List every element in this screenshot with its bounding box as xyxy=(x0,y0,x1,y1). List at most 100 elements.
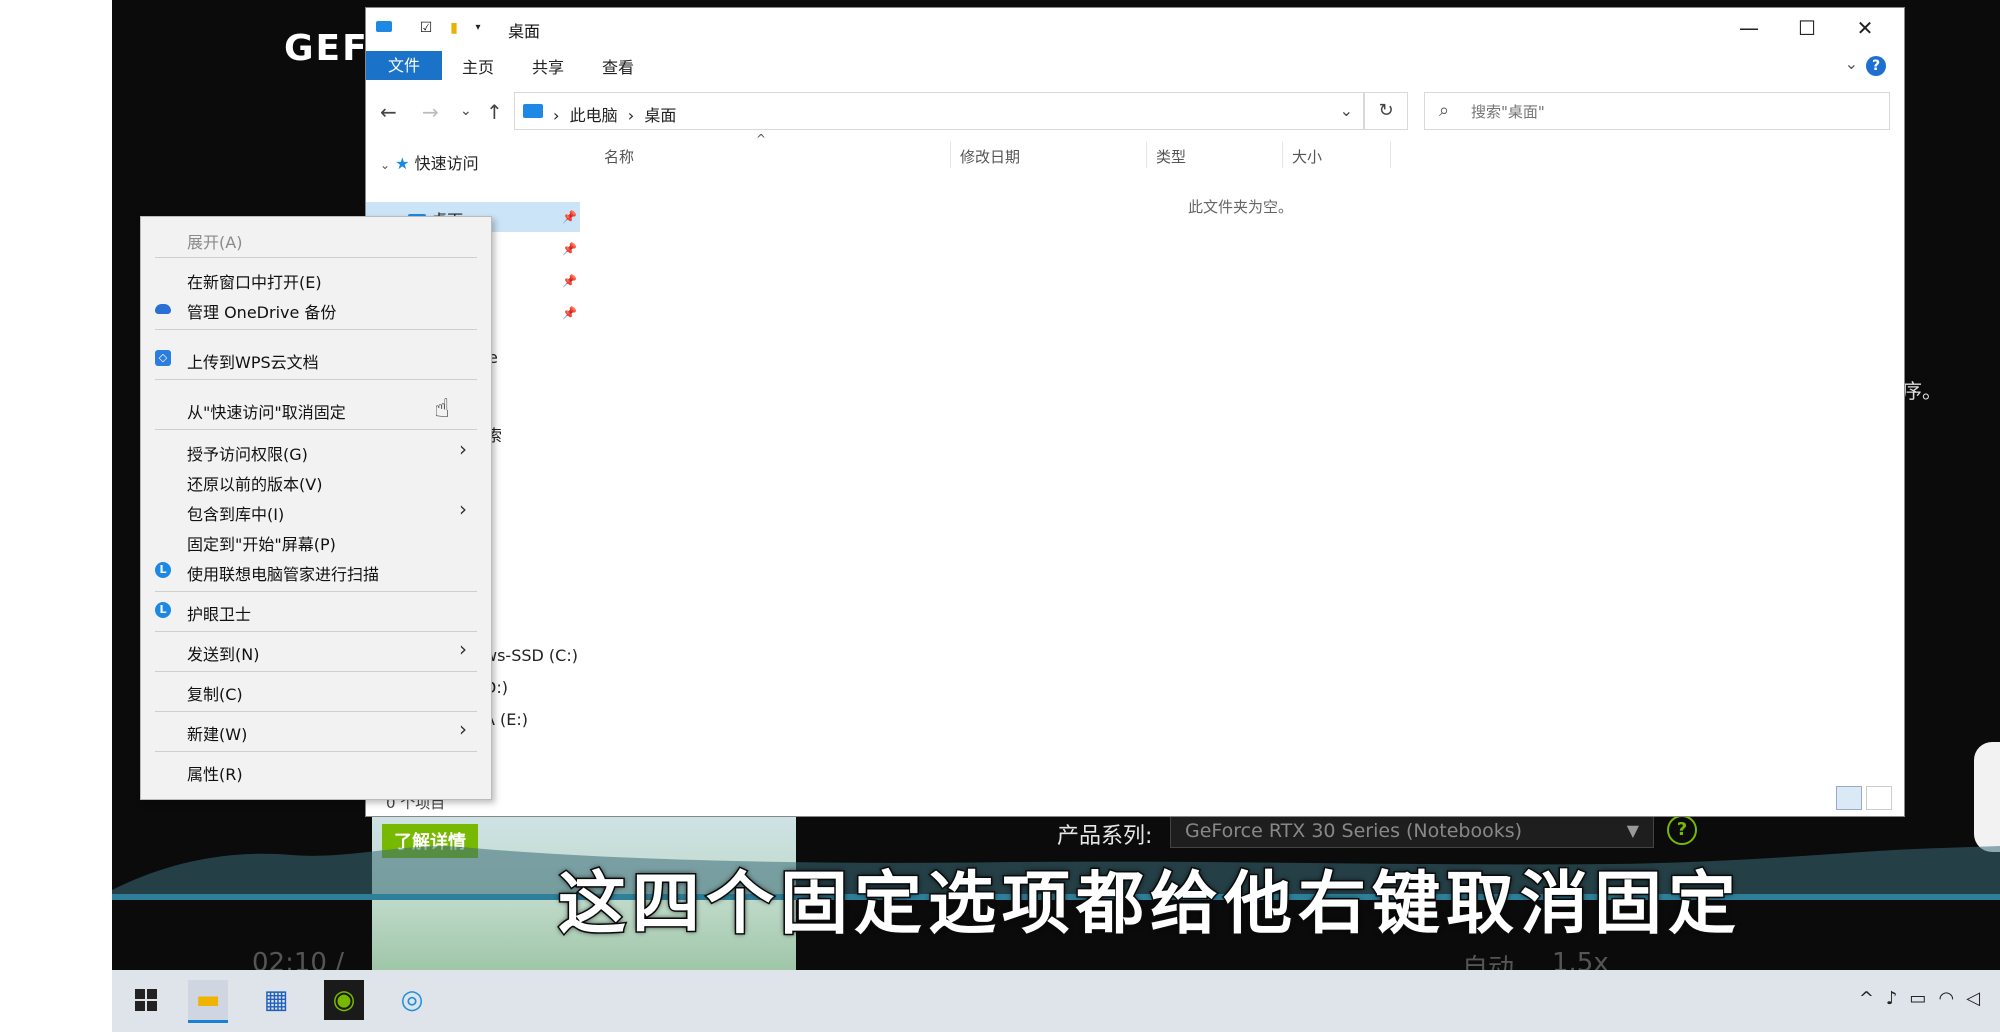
breadcrumb-desktop[interactable]: 桌面 xyxy=(644,106,676,125)
menu-item-upload-wps[interactable]: 上传到WPS云文档 xyxy=(187,349,319,373)
chevron-right-icon: › xyxy=(459,497,467,521)
column-divider[interactable] xyxy=(1390,142,1391,168)
menu-separator xyxy=(155,379,477,380)
menu-separator xyxy=(155,429,477,430)
nvidia-icon[interactable]: ◉ xyxy=(324,980,364,1020)
large-icons-view-icon[interactable] xyxy=(1866,786,1892,810)
new-folder-icon[interactable]: ▮ xyxy=(446,20,462,36)
menu-item-copy[interactable]: 复制(C) xyxy=(187,681,243,705)
menu-item-restore-versions[interactable]: 还原以前的版本(V) xyxy=(187,471,322,495)
column-divider[interactable] xyxy=(950,142,951,168)
wifi-icon[interactable]: ◠ xyxy=(1938,988,1966,1009)
menu-item-open-new-window[interactable]: 在新窗口中打开(E) xyxy=(187,269,322,293)
menu-separator xyxy=(155,257,477,258)
menu-item-pin-to-start[interactable]: 固定到"开始"屏幕(P) xyxy=(187,531,336,555)
nav-drive-c[interactable]: ws-SSD (C:) xyxy=(484,646,578,665)
menu-separator xyxy=(155,751,477,752)
edge-icon[interactable]: ◎ xyxy=(392,980,432,1020)
context-menu: 展开(A) 在新窗口中打开(E) 管理 OneDrive 备份 ◇ 上传到WPS… xyxy=(140,216,492,800)
close-button[interactable]: ✕ xyxy=(1840,12,1890,44)
chevron-right-icon: › xyxy=(459,437,467,461)
title-bar[interactable]: ☑ ▮ ▾ 桌面 — ☐ ✕ xyxy=(366,8,1904,48)
refresh-button[interactable]: ↻ xyxy=(1364,92,1408,130)
maximize-button[interactable]: ☐ xyxy=(1782,12,1832,44)
menu-separator xyxy=(155,591,477,592)
back-icon[interactable]: ← xyxy=(380,100,397,124)
wps-cloud-icon: ◇ xyxy=(155,350,171,366)
taskbar: ▬ ▦ ◉ ◎ ^♪▭◠◁ xyxy=(112,970,2000,1032)
recent-locations-icon[interactable]: ⌄ xyxy=(460,103,472,119)
windows-icon xyxy=(135,989,157,1011)
pin-icon: 📌 xyxy=(562,274,577,288)
menu-item-lenovo-scan[interactable]: 使用联想电脑管家进行扫描 xyxy=(187,561,379,585)
menu-separator xyxy=(155,671,477,672)
properties-icon[interactable]: ☑ xyxy=(418,20,434,36)
help-icon[interactable]: ? xyxy=(1866,56,1886,76)
column-date-modified[interactable]: 修改日期 xyxy=(960,146,1020,167)
column-type[interactable]: 类型 xyxy=(1156,146,1186,167)
background-text-fragment: 序。 xyxy=(1902,379,1942,403)
system-tray[interactable]: ^♪▭◠◁ xyxy=(1859,988,1992,1009)
expand-ribbon-icon[interactable]: ⌄ xyxy=(1845,54,1858,73)
menu-item-onedrive-backup[interactable]: 管理 OneDrive 备份 xyxy=(187,299,336,323)
breadcrumb: › 此电脑 › 桌面 xyxy=(553,102,676,126)
pin-icon: 📌 xyxy=(562,242,577,256)
details-view-icon[interactable] xyxy=(1836,786,1862,810)
battery-icon[interactable]: ▭ xyxy=(1909,988,1938,1009)
breadcrumb-this-pc[interactable]: 此电脑 xyxy=(570,106,618,125)
lenovo-icon: L xyxy=(155,602,171,618)
column-size[interactable]: 大小 xyxy=(1292,146,1322,167)
search-icon: ⌕ xyxy=(1439,100,1450,121)
menu-item-properties[interactable]: 属性(R) xyxy=(187,761,243,785)
microphone-icon[interactable]: ♪ xyxy=(1886,988,1910,1009)
tab-file[interactable]: 文件 xyxy=(366,51,442,80)
address-dropdown-icon[interactable]: ⌄ xyxy=(1340,101,1353,120)
column-name[interactable]: 名称 xyxy=(604,146,634,167)
sort-ascending-icon: ^ xyxy=(756,132,767,146)
video-subtitle: 这四个固定选项都给他右键取消固定 xyxy=(556,864,1742,946)
customize-toolbar-icon[interactable]: ▾ xyxy=(470,20,486,36)
hand-cursor-icon: ☝ xyxy=(434,394,450,424)
column-divider[interactable] xyxy=(1282,142,1283,168)
chevron-right-icon: › xyxy=(459,637,467,661)
file-explorer-window: ☑ ▮ ▾ 桌面 — ☐ ✕ 文件 主页 共享 查看 ⌄ ? ← → ⌄ ↑ ›… xyxy=(366,8,1904,816)
minimize-button[interactable]: — xyxy=(1724,12,1774,44)
search-input[interactable] xyxy=(1469,99,1873,125)
menu-item-eye-care[interactable]: 护眼卫士 xyxy=(187,601,251,625)
player-quality[interactable]: 自动 xyxy=(1462,948,1514,970)
empty-folder-message: 此文件夹为空。 xyxy=(1188,198,1294,216)
pc-icon xyxy=(523,104,543,118)
tab-share[interactable]: 共享 xyxy=(532,54,564,78)
chevron-up-icon[interactable]: ^ xyxy=(1859,988,1886,1009)
chevron-down-icon: ⌄ xyxy=(380,158,391,172)
player-speed[interactable]: 1.5x xyxy=(1552,948,1609,970)
tab-view[interactable]: 查看 xyxy=(602,54,634,78)
up-icon[interactable]: ↑ xyxy=(486,100,503,124)
forward-icon[interactable]: → xyxy=(422,100,439,124)
menu-item-unpin-quick-access[interactable]: 从"快速访问"取消固定 xyxy=(187,399,346,423)
menu-item-send-to[interactable]: 发送到(N) xyxy=(187,641,259,665)
search-box[interactable]: ⌕ xyxy=(1424,92,1890,130)
menu-item-new[interactable]: 新建(W) xyxy=(187,721,247,745)
pc-icon xyxy=(376,20,392,36)
nav-quick-access[interactable]: ⌄ ★ 快速访问 xyxy=(380,150,479,174)
menu-item-include-library[interactable]: 包含到库中(I) xyxy=(187,501,284,525)
tab-home[interactable]: 主页 xyxy=(462,54,494,78)
start-button[interactable] xyxy=(126,980,166,1020)
address-bar[interactable]: › 此电脑 › 桌面 ⌄ xyxy=(514,92,1364,130)
address-bar-row: ← → ⌄ ↑ › 此电脑 › 桌面 ⌄ ↻ ⌕ xyxy=(366,88,1904,134)
column-divider[interactable] xyxy=(1146,142,1147,168)
nav-quick-access-label: 快速访问 xyxy=(414,154,479,173)
menu-separator xyxy=(155,711,477,712)
store-icon[interactable]: ▦ xyxy=(256,980,296,1020)
window-title: 桌面 xyxy=(508,22,541,41)
onedrive-icon xyxy=(155,304,171,314)
menu-item-grant-access[interactable]: 授予访问权限(G) xyxy=(187,441,308,465)
brand-logo-text: GEF xyxy=(284,28,369,69)
column-headers: 名称 ^ 修改日期 类型 大小 xyxy=(580,132,1904,170)
player-time: 02:10 / xyxy=(252,948,344,970)
volume-icon[interactable]: ◁ xyxy=(1966,988,1992,1009)
menu-separator xyxy=(155,329,477,330)
menu-separator xyxy=(155,631,477,632)
file-explorer-icon[interactable]: ▬ xyxy=(188,980,228,1023)
